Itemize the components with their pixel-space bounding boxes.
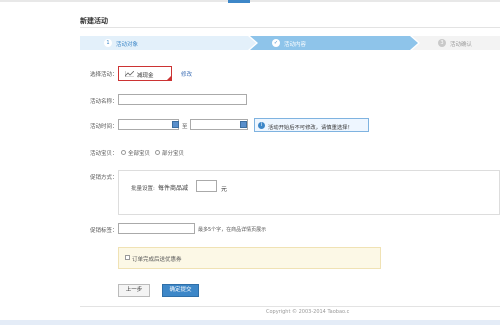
partial-items-label: 部分宝贝 [162, 151, 185, 157]
partial-items-radio[interactable] [155, 150, 160, 155]
order-coupon-label: 订单完成后送优惠券 [132, 257, 182, 263]
order-coupon-checkbox[interactable] [125, 255, 130, 260]
activity-time-label: 活动时间： [90, 124, 118, 130]
unit-label: 元 [221, 186, 228, 193]
info-icon: i [258, 122, 265, 129]
time-separator: 至 [182, 124, 188, 130]
modify-link[interactable]: 修改 [181, 70, 192, 78]
batch-setting-label: 批量设置: [131, 186, 155, 192]
step-progress: 1 活动对象 ✓ 活动内容 3 活动确认 [80, 36, 500, 50]
page-title: 新建活动 [80, 17, 108, 25]
step-2-check-icon: ✓ [272, 39, 280, 47]
activity-name-input[interactable] [118, 94, 247, 105]
bottom-bar [0, 320, 500, 325]
promo-tag-hint: 最多5个字，在商品详情页展示 [198, 227, 267, 233]
promo-tag-label: 促销标签： [90, 228, 118, 234]
prev-button[interactable]: 上一步 [118, 284, 150, 297]
line-chart-icon [125, 71, 134, 77]
promo-method-label: 促销方式： [90, 175, 118, 181]
promo-tag-input[interactable] [118, 223, 195, 234]
selected-corner-icon [166, 75, 172, 81]
top-divider [0, 0, 500, 2]
select-activity-label: 选择活动： [90, 72, 118, 78]
all-items-label: 全部宝贝 [128, 151, 151, 157]
activity-items-label: 活动宝贝： [90, 151, 118, 157]
selected-activity-name: 减现金 [137, 73, 154, 79]
time-tip-text: 活动开始后不可修改，请慎重选择！ [268, 125, 353, 131]
top-tab-indicator [228, 0, 250, 3]
title-divider [80, 27, 500, 28]
activity-name-label: 活动名称： [90, 99, 118, 105]
confirm-button[interactable]: 确定提交 [162, 284, 199, 297]
time-tip: i 活动开始后不可修改，请慎重选择！ [254, 118, 369, 132]
per-item-label: 每件商品减 [158, 185, 189, 192]
step-2-label: 活动内容 [284, 42, 307, 48]
footer-divider [80, 306, 500, 307]
step-3-label: 活动确认 [450, 42, 473, 48]
calendar-icon[interactable] [172, 121, 179, 128]
promo-method-box [118, 170, 500, 215]
footer-copyright: Copyright © 2003-2014 Taobao.c [266, 309, 350, 315]
discount-amount-input[interactable] [196, 180, 217, 192]
start-time-input[interactable] [118, 119, 179, 130]
step-1-number: 1 [104, 39, 112, 47]
all-items-radio[interactable] [121, 150, 126, 155]
calendar-icon[interactable] [240, 121, 247, 128]
step-1-label: 活动对象 [116, 42, 139, 48]
step-3-number: 3 [438, 39, 446, 47]
selected-activity-card[interactable]: 减现金 [118, 66, 172, 81]
